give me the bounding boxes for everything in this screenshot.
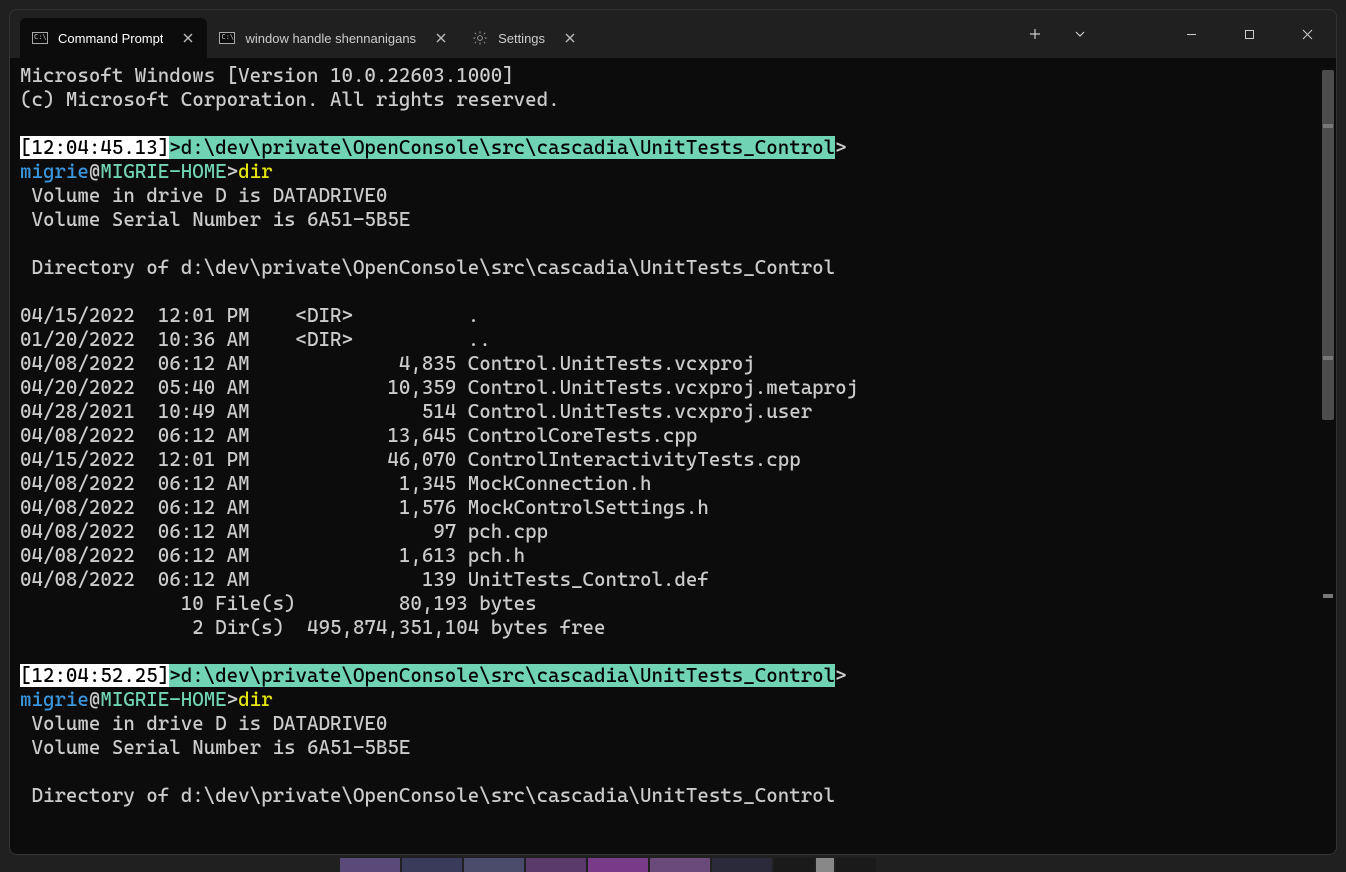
prompt-user: migrie (20, 688, 89, 711)
tab-close-icon[interactable] (432, 29, 450, 47)
titlebar-controls (1012, 10, 1336, 58)
dir-header: Directory of d:\dev\private\OpenConsole\… (20, 784, 835, 807)
taskbar-segment (816, 858, 834, 872)
scroll-mark[interactable] (1323, 356, 1333, 360)
taskbar-segment (836, 858, 876, 872)
prompt-timestamp: [12:04:52.25] (20, 664, 169, 687)
prompt-timestamp: [12:04:45.13] (20, 136, 169, 159)
tab-close-icon[interactable] (179, 29, 197, 47)
terminal-area: Microsoft Windows [Version 10.0.22603.10… (10, 58, 1336, 854)
cmd-icon (32, 30, 48, 46)
taskbar-segment (464, 858, 524, 872)
taskbar-segment (712, 858, 772, 872)
prompt-host-trail: > (227, 688, 238, 711)
prompt-path: d:\dev\private\OpenConsole\src\cascadia\… (181, 664, 835, 687)
scroll-mark[interactable] (1323, 594, 1333, 598)
tab-settings[interactable]: Settings (460, 18, 589, 58)
taskbar-segment (774, 858, 814, 872)
dir-summary: 10 File(s) 80,193 bytes (20, 592, 537, 615)
banner-line: Microsoft Windows [Version 10.0.22603.10… (20, 64, 514, 87)
prompt-sep: > (169, 664, 180, 687)
gear-icon (472, 30, 488, 46)
maximize-button[interactable] (1220, 10, 1278, 58)
tab-close-icon[interactable] (561, 29, 579, 47)
taskbar-segment (588, 858, 648, 872)
taskbar-segment (650, 858, 710, 872)
tab-window-handle-shennanigans[interactable]: window handle shennanigans (207, 18, 460, 58)
close-window-button[interactable] (1278, 10, 1336, 58)
minimize-button[interactable] (1162, 10, 1220, 58)
dir-serial: Volume Serial Number is 6A51-5B5E (20, 736, 410, 759)
scroll-thumb[interactable] (1322, 70, 1334, 420)
titlebar[interactable]: Command Prompt window handle shennanigans… (10, 10, 1336, 58)
prompt-path: d:\dev\private\OpenConsole\src\cascadia\… (181, 136, 835, 159)
prompt-host: MIGRIE-HOME (100, 160, 226, 183)
terminal-window: Command Prompt window handle shennanigans… (9, 9, 1337, 855)
tab-strip: Command Prompt window handle shennanigans… (10, 10, 589, 58)
tab-label: Command Prompt (58, 31, 163, 46)
terminal-output[interactable]: Microsoft Windows [Version 10.0.22603.10… (10, 58, 1336, 854)
banner-line: (c) Microsoft Corporation. All rights re… (20, 88, 560, 111)
prompt-host-trail: > (227, 160, 238, 183)
dir-volume: Volume in drive D is DATADRIVE0 (20, 712, 387, 735)
dir-header: Directory of d:\dev\private\OpenConsole\… (20, 256, 835, 279)
new-tab-button[interactable] (1012, 10, 1057, 58)
prompt-trail: > (835, 136, 846, 159)
tab-command-prompt[interactable]: Command Prompt (20, 18, 207, 58)
taskbar-segment (340, 858, 400, 872)
scrollbar[interactable] (1320, 64, 1334, 848)
command: dir (238, 688, 272, 711)
prompt-trail: > (835, 664, 846, 687)
prompt-host: MIGRIE-HOME (100, 688, 226, 711)
command: dir (238, 160, 272, 183)
dir-listing: 04/15/2022 12:01 PM <DIR> . 01/20/2022 1… (20, 304, 858, 591)
tab-label: window handle shennanigans (245, 31, 416, 46)
dir-serial: Volume Serial Number is 6A51-5B5E (20, 208, 410, 231)
taskbar-peek (340, 858, 876, 872)
tab-dropdown-button[interactable] (1057, 10, 1102, 58)
scroll-mark[interactable] (1323, 124, 1333, 128)
tab-label: Settings (498, 31, 545, 46)
prompt-at: @ (89, 688, 100, 711)
prompt-sep: > (169, 136, 180, 159)
taskbar-segment (526, 858, 586, 872)
taskbar-segment (402, 858, 462, 872)
prompt-user: migrie (20, 160, 89, 183)
cmd-icon (219, 30, 235, 46)
dir-volume: Volume in drive D is DATADRIVE0 (20, 184, 387, 207)
dir-summary: 2 Dir(s) 495,874,351,104 bytes free (20, 616, 606, 639)
prompt-at: @ (89, 160, 100, 183)
